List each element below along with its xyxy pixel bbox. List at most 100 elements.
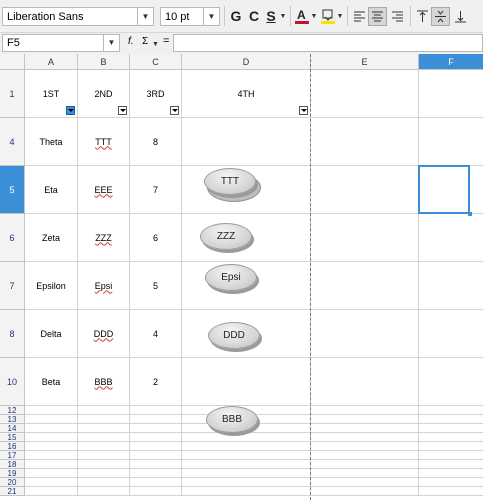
- cell-e8[interactable]: [311, 310, 419, 358]
- function-wizard-button[interactable]: f.: [128, 36, 134, 47]
- column-header-d[interactable]: D: [182, 54, 311, 70]
- cell-b7[interactable]: Epsi: [78, 262, 130, 310]
- font-color-options-arrow[interactable]: ▼: [310, 7, 318, 26]
- cell-b6[interactable]: ZZZ: [78, 214, 130, 262]
- cell-c4[interactable]: 8: [130, 118, 182, 166]
- sum-button[interactable]: Σ: [142, 36, 148, 47]
- cell-b14[interactable]: [78, 424, 130, 433]
- cell-c8[interactable]: 4: [130, 310, 182, 358]
- cell-b20[interactable]: [78, 478, 130, 487]
- align-left-button[interactable]: [350, 7, 369, 26]
- filter-dropdown-icon[interactable]: [170, 106, 179, 115]
- cell-c6[interactable]: 6: [130, 214, 182, 262]
- align-middle-button[interactable]: [431, 7, 450, 26]
- cell-a20[interactable]: [25, 478, 78, 487]
- sum-options-arrow[interactable]: ▼: [152, 38, 159, 48]
- cell-f10[interactable]: [419, 358, 483, 406]
- cell-c14[interactable]: [130, 424, 182, 433]
- cell-b21[interactable]: [78, 487, 130, 496]
- cell-f12[interactable]: [419, 406, 483, 415]
- cell-e20[interactable]: [311, 478, 419, 487]
- cell-c17[interactable]: [130, 451, 182, 460]
- cell-e14[interactable]: [311, 424, 419, 433]
- row-header-1[interactable]: 1: [0, 70, 25, 118]
- cell-f1[interactable]: [419, 70, 483, 118]
- cell-a7[interactable]: Epsilon: [25, 262, 78, 310]
- chevron-down-icon[interactable]: ▼: [137, 8, 153, 25]
- cell-b10[interactable]: BBB: [78, 358, 130, 406]
- cell-f17[interactable]: [419, 451, 483, 460]
- cell-c13[interactable]: [130, 415, 182, 424]
- row-header-4[interactable]: 4: [0, 118, 25, 166]
- header-cell-b[interactable]: 2ND: [78, 70, 130, 118]
- header-cell-d[interactable]: 4TH: [182, 70, 311, 118]
- filter-dropdown-icon[interactable]: [299, 106, 308, 115]
- cell-e21[interactable]: [311, 487, 419, 496]
- column-header-c[interactable]: C: [130, 54, 182, 70]
- cell-d19[interactable]: [182, 469, 311, 478]
- cell-f8[interactable]: [419, 310, 483, 358]
- cell-e16[interactable]: [311, 442, 419, 451]
- cell-e6[interactable]: [311, 214, 419, 262]
- cell-d10[interactable]: [182, 358, 311, 406]
- select-all-corner[interactable]: [0, 54, 25, 70]
- cell-a21[interactable]: [25, 487, 78, 496]
- cell-a12[interactable]: [25, 406, 78, 415]
- shape-bbb[interactable]: BBB: [206, 406, 258, 433]
- row-header-5[interactable]: 5: [0, 166, 25, 214]
- cell-b17[interactable]: [78, 451, 130, 460]
- cell-e15[interactable]: [311, 433, 419, 442]
- row-header-20[interactable]: 20: [0, 478, 25, 487]
- cell-f15[interactable]: [419, 433, 483, 442]
- shape-ttt[interactable]: TTT: [204, 168, 261, 202]
- cell-f19[interactable]: [419, 469, 483, 478]
- formula-input[interactable]: [173, 34, 483, 52]
- shape-epsi[interactable]: Epsi: [205, 264, 257, 291]
- cell-f4[interactable]: [419, 118, 483, 166]
- cell-d4[interactable]: [182, 118, 311, 166]
- cell-a8[interactable]: Delta: [25, 310, 78, 358]
- align-bottom-button[interactable]: [451, 7, 470, 26]
- cell-b5[interactable]: EEE: [78, 166, 130, 214]
- row-header-18[interactable]: 18: [0, 460, 25, 469]
- row-header-15[interactable]: 15: [0, 433, 25, 442]
- bold-button[interactable]: G: [228, 7, 244, 26]
- cell-c18[interactable]: [130, 460, 182, 469]
- cell-a19[interactable]: [25, 469, 78, 478]
- underline-options-arrow[interactable]: ▼: [279, 7, 287, 26]
- cell-b8[interactable]: DDD: [78, 310, 130, 358]
- cell-d21[interactable]: [182, 487, 311, 496]
- chevron-down-icon[interactable]: ▼: [203, 8, 219, 25]
- row-header-17[interactable]: 17: [0, 451, 25, 460]
- align-top-button[interactable]: [413, 7, 432, 26]
- cell-e12[interactable]: [311, 406, 419, 415]
- cell-b12[interactable]: [78, 406, 130, 415]
- cell-a17[interactable]: [25, 451, 78, 460]
- cell-f13[interactable]: [419, 415, 483, 424]
- cell-d18[interactable]: [182, 460, 311, 469]
- cell-a13[interactable]: [25, 415, 78, 424]
- cell-c16[interactable]: [130, 442, 182, 451]
- cell-a5[interactable]: Eta: [25, 166, 78, 214]
- cell-a15[interactable]: [25, 433, 78, 442]
- underline-button[interactable]: S: [264, 7, 278, 26]
- font-name-dropdown[interactable]: Liberation Sans ▼: [2, 7, 154, 26]
- cell-b16[interactable]: [78, 442, 130, 451]
- cell-a16[interactable]: [25, 442, 78, 451]
- cell-a10[interactable]: Beta: [25, 358, 78, 406]
- fill-handle[interactable]: [468, 212, 472, 216]
- cell-b4[interactable]: TTT: [78, 118, 130, 166]
- cell-e19[interactable]: [311, 469, 419, 478]
- cell-f20[interactable]: [419, 478, 483, 487]
- cell-c10[interactable]: 2: [130, 358, 182, 406]
- cell-d17[interactable]: [182, 451, 311, 460]
- shape-ddd[interactable]: DDD: [208, 322, 260, 349]
- shape-zzz[interactable]: ZZZ: [200, 223, 252, 250]
- formula-button[interactable]: =: [163, 35, 169, 47]
- cell-e7[interactable]: [311, 262, 419, 310]
- cell-c15[interactable]: [130, 433, 182, 442]
- cell-e10[interactable]: [311, 358, 419, 406]
- cell-e17[interactable]: [311, 451, 419, 460]
- row-header-13[interactable]: 13: [0, 415, 25, 424]
- row-header-10[interactable]: 10: [0, 358, 25, 406]
